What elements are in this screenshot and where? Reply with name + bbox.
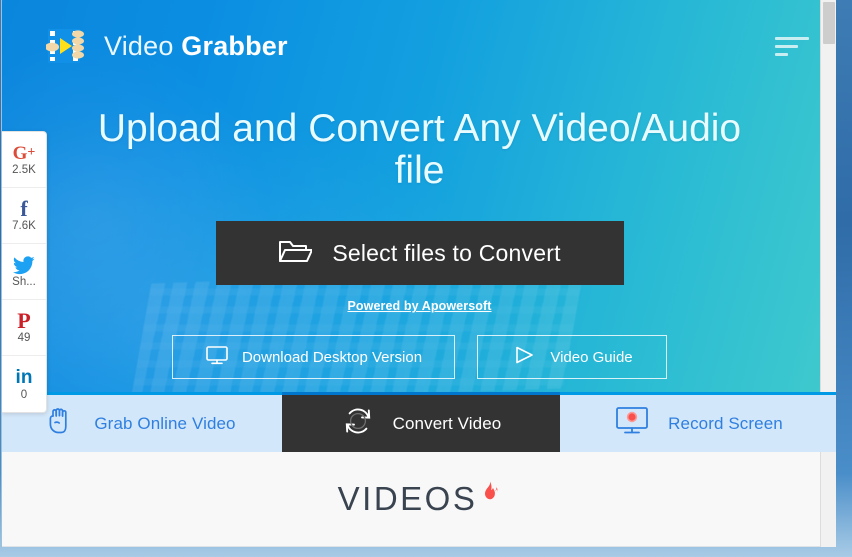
- browser-viewport: Video Grabber Upload and Convert Any Vid…: [1, 0, 836, 547]
- secondary-actions: Download Desktop Version Video Guide: [2, 335, 836, 380]
- hero-banner: Video Grabber Upload and Convert Any Vid…: [2, 0, 836, 392]
- pinterest-count: 49: [17, 332, 31, 345]
- convert-arrows-icon: [341, 404, 375, 443]
- download-desktop-label: Download Desktop Version: [241, 348, 423, 366]
- cta-label: Select files to Convert: [332, 239, 561, 266]
- facebook-count: 7.6K: [12, 220, 36, 233]
- share-twitter[interactable]: Sh...: [2, 244, 46, 300]
- open-folder-icon: [278, 237, 314, 270]
- flame-icon: [479, 476, 501, 514]
- page-title: Upload and Convert Any Video/Audio file: [97, 107, 742, 192]
- mode-tab-bar: Grab Online Video Convert Video Record S…: [2, 392, 836, 452]
- share-linkedin[interactable]: in 0: [2, 356, 46, 412]
- video-guide-label: Video Guide: [550, 348, 633, 366]
- menu-line-3: [775, 52, 788, 56]
- brand-name-bold: Grabber: [181, 30, 288, 61]
- tab-record-label: Record Screen: [668, 413, 783, 433]
- menu-line-1: [775, 36, 809, 40]
- twitter-icon: [13, 254, 35, 276]
- google-plus-count: 2.5K: [12, 164, 36, 177]
- brand-name: Video Grabber: [104, 31, 288, 62]
- play-triangle-icon: [511, 343, 537, 371]
- tab-record-screen[interactable]: Record Screen: [560, 392, 836, 452]
- brand-logo-link[interactable]: Video Grabber: [45, 26, 288, 66]
- facebook-icon: f: [20, 196, 28, 222]
- film-strip-play-icon: [45, 26, 90, 66]
- brand-name-light: Video: [104, 30, 174, 61]
- share-facebook[interactable]: f 7.6K: [2, 188, 46, 244]
- twitter-count: Sh...: [12, 276, 36, 289]
- tab-convert-video[interactable]: Convert Video: [282, 392, 560, 452]
- share-google-plus[interactable]: G + 2.5K: [2, 132, 46, 188]
- hamburger-menu-icon[interactable]: [775, 33, 809, 59]
- monitor-record-icon: [614, 405, 650, 442]
- site-header: Video Grabber: [2, 0, 836, 92]
- google-plus-icon: G +: [12, 142, 36, 164]
- menu-line-2: [775, 44, 798, 48]
- hero-content: Upload and Convert Any Video/Audio file …: [2, 107, 836, 380]
- videos-section: VIDEOS: [2, 452, 836, 547]
- powered-by-link[interactable]: Powered by Apowersoft: [347, 299, 491, 313]
- download-desktop-version-button[interactable]: Download Desktop Version: [172, 335, 455, 380]
- desktop-monitor-icon: [205, 344, 229, 370]
- linkedin-icon: in: [15, 367, 33, 389]
- section-heading: VIDEOS: [338, 480, 502, 518]
- tab-convert-label: Convert Video: [392, 413, 502, 433]
- os-window-frame: Video Grabber Upload and Convert Any Vid…: [0, 0, 852, 557]
- powered-by-row: Powered by Apowersoft: [2, 285, 836, 315]
- select-files-to-convert-button[interactable]: Select files to Convert: [215, 221, 624, 286]
- linkedin-count: 0: [20, 388, 28, 401]
- tab-grab-label: Grab Online Video: [94, 413, 236, 433]
- pinterest-icon: P: [17, 308, 31, 334]
- social-share-rail: G + 2.5K f 7.6K Sh... P 49 in 0: [2, 131, 47, 413]
- share-pinterest[interactable]: P 49: [2, 300, 46, 356]
- grabbing-hand-icon: [48, 406, 76, 441]
- video-guide-button[interactable]: Video Guide: [477, 335, 667, 380]
- section-heading-label: VIDEOS: [337, 480, 478, 517]
